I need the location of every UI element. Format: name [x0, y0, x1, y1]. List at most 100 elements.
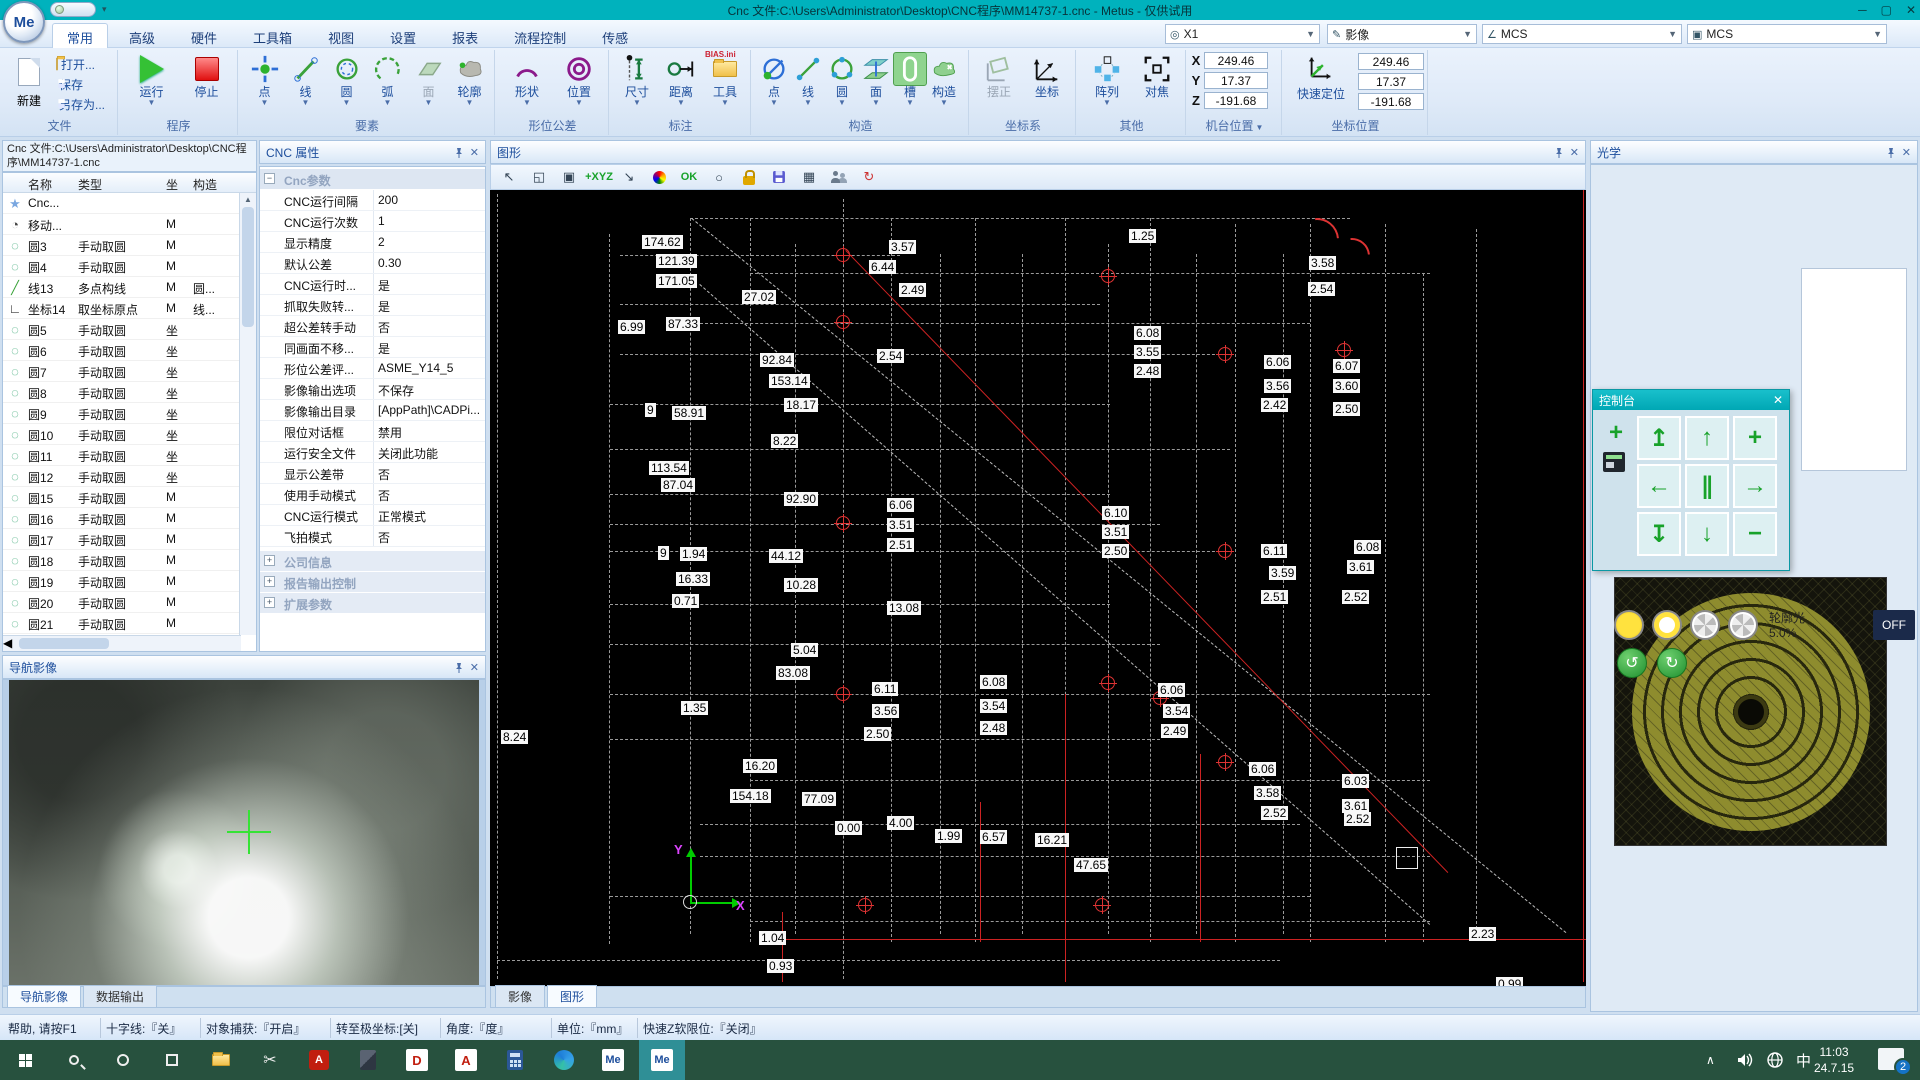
fit-view-icon[interactable]: ◱: [529, 168, 549, 186]
dim-label[interactable]: 83.08: [776, 666, 810, 680]
prop-value[interactable]: 2: [378, 235, 385, 249]
prop-value[interactable]: 否: [378, 487, 390, 504]
color-wheel-icon[interactable]: [649, 168, 669, 186]
ribbon-button-工具[interactable]: BIAS.ini工具▼: [703, 52, 747, 107]
dim-label[interactable]: 87.04: [661, 478, 695, 492]
machine-y-value[interactable]: 17.37: [1204, 72, 1268, 89]
dim-label[interactable]: 3.58: [1309, 256, 1336, 270]
tree-row-Cnc...[interactable]: ★ Cnc...: [3, 193, 241, 214]
dim-label[interactable]: 27.02: [742, 290, 776, 304]
dim-label[interactable]: 3.55: [1134, 345, 1161, 359]
dim-label[interactable]: 3.54: [980, 699, 1007, 713]
dim-label[interactable]: 2.50: [864, 727, 891, 741]
ok-confirm-icon[interactable]: OK: [679, 168, 699, 186]
tree-row-圆12[interactable]: ◌ 圆12 手动取圆 坐: [3, 466, 241, 487]
prop-group-公司信息[interactable]: +公司信息: [260, 551, 485, 571]
prop-value[interactable]: 正常模式: [378, 508, 426, 525]
dim-label[interactable]: 13.08: [887, 601, 921, 615]
minimize-button[interactable]: ─: [1858, 3, 1867, 17]
lamp-button-segment-2[interactable]: [1728, 610, 1758, 640]
tree-row-圆19[interactable]: ◌ 圆19 手动取圆 M: [3, 571, 241, 592]
tree-row-圆21[interactable]: ◌ 圆21 手动取圆 M: [3, 613, 241, 634]
coordinate-value-1[interactable]: 17.37: [1358, 73, 1424, 90]
pin-icon[interactable]: [454, 662, 464, 673]
console-close-icon[interactable]: ✕: [1773, 393, 1783, 407]
dim-label[interactable]: 0.93: [767, 959, 794, 973]
dim-label[interactable]: 0.71: [672, 594, 699, 608]
chevron-down-icon[interactable]: ▼: [1306, 29, 1315, 39]
dim-label[interactable]: 9: [645, 403, 656, 417]
dim-label[interactable]: 154.18: [730, 789, 771, 803]
tree-row-圆11[interactable]: ◌ 圆11 手动取圆 坐: [3, 445, 241, 466]
ribbon-button-运行[interactable]: 运行▼: [124, 52, 179, 107]
dim-label[interactable]: 3.56: [1264, 379, 1291, 393]
ribbon-button-弧[interactable]: 弧▼: [367, 52, 408, 107]
ribbon-button-保存[interactable]: 保存: [56, 74, 116, 94]
dim-label[interactable]: 113.54: [649, 461, 689, 475]
dim-label[interactable]: 2.49: [899, 283, 926, 297]
lamp-button-segment-1[interactable]: [1690, 610, 1720, 640]
tray-chevron-icon[interactable]: ∧: [1706, 1040, 1715, 1080]
tree-row-圆17[interactable]: ◌ 圆17 手动取圆 M: [3, 529, 241, 550]
ribbon-button-点[interactable]: 点▼: [244, 52, 285, 107]
dim-label[interactable]: 6.11: [1261, 544, 1287, 558]
expand-icon[interactable]: +: [264, 576, 275, 587]
console-pause-button[interactable]: ∥: [1685, 464, 1729, 508]
maximize-button[interactable]: ▢: [1881, 3, 1892, 17]
machine-z-value[interactable]: -191.68: [1204, 92, 1268, 109]
console-titlebar[interactable]: 控制台 ✕: [1593, 390, 1789, 410]
dim-label[interactable]: 2.54: [877, 349, 904, 363]
dim-label[interactable]: 9: [658, 546, 669, 560]
app-logo[interactable]: Me: [3, 1, 45, 43]
dim-label[interactable]: 2.52: [1261, 806, 1288, 820]
prop-row-形位公差评...[interactable]: 形位公差评...ASME_Y14_5: [260, 358, 485, 379]
taskbar-icon-calculator[interactable]: [492, 1040, 538, 1080]
expand-icon[interactable]: +: [264, 597, 275, 608]
console-down-button[interactable]: ↓: [1685, 512, 1729, 556]
quick-access-toolbar[interactable]: [50, 2, 96, 17]
rotate-cw-button[interactable]: ↻: [1657, 648, 1687, 678]
console-raise-button[interactable]: ↥: [1637, 416, 1681, 460]
dim-label[interactable]: 6.06: [1264, 355, 1291, 369]
dim-label[interactable]: 1.04: [759, 931, 786, 945]
dim-label[interactable]: 0.99: [1496, 977, 1523, 986]
ribbon-button-打开...[interactable]: 打开...: [56, 54, 116, 74]
prop-row-运行安全文件[interactable]: 运行安全文件关闭此功能: [260, 442, 485, 463]
dim-label[interactable]: 2.54: [1308, 282, 1335, 296]
tree-row-移动...[interactable]: ◔ 移动... M: [3, 214, 241, 235]
cursor-icon[interactable]: ↖: [499, 168, 519, 186]
prop-value[interactable]: 是: [378, 277, 390, 294]
quick-position-button[interactable]: 快速定位: [1286, 52, 1356, 102]
dim-label[interactable]: 6.08: [1134, 326, 1161, 340]
ribbon-button-距离[interactable]: 距离▼: [659, 52, 703, 107]
ribbon-button-面[interactable]: 面▼: [408, 52, 449, 107]
header-combo-2[interactable]: ∠ MCS ▼: [1482, 24, 1682, 44]
header-combo-0[interactable]: ◎ X1 ▼: [1165, 24, 1320, 44]
taskbar-clock[interactable]: 11:03 24.7.15: [1814, 1044, 1854, 1076]
scrollbar-thumb[interactable]: [242, 207, 254, 327]
prop-value[interactable]: 200: [378, 193, 398, 207]
ribbon-button-构造[interactable]: 构造▼: [927, 52, 961, 107]
dim-label[interactable]: 3.51: [887, 518, 914, 532]
graphics-tab-图形[interactable]: 图形: [547, 985, 597, 1007]
jog-mode-icon[interactable]: +: [1601, 418, 1631, 448]
prop-group-Cnc参数[interactable]: −Cnc参数: [260, 169, 485, 189]
prop-row-显示公差带[interactable]: 显示公差带否: [260, 463, 485, 484]
lamp-button-solid[interactable]: [1614, 610, 1644, 640]
dim-label[interactable]: 3.56: [872, 704, 899, 718]
dim-label[interactable]: 153.14: [769, 374, 810, 388]
prop-row-影像输出目录[interactable]: 影像输出目录[AppPath]\CADPi...: [260, 400, 485, 421]
notification-icon[interactable]: 2: [1878, 1048, 1904, 1070]
prop-row-CNC运行模式[interactable]: CNC运行模式正常模式: [260, 505, 485, 526]
prop-value[interactable]: 是: [378, 298, 390, 315]
volume-icon[interactable]: [1736, 1040, 1754, 1080]
prop-value[interactable]: 是: [378, 340, 390, 357]
expand-icon[interactable]: +: [264, 555, 275, 566]
taskbar-icon-edge[interactable]: [541, 1040, 587, 1080]
xyz-probe-icon[interactable]: +XYZ: [589, 168, 609, 186]
dim-label[interactable]: 47.65: [1074, 858, 1108, 872]
users-icon[interactable]: [829, 168, 849, 186]
tree-row-圆16[interactable]: ◌ 圆16 手动取圆 M: [3, 508, 241, 529]
ribbon-button-另存为...[interactable]: 另存为...: [56, 94, 116, 114]
dim-label[interactable]: 3.61: [1342, 799, 1369, 813]
